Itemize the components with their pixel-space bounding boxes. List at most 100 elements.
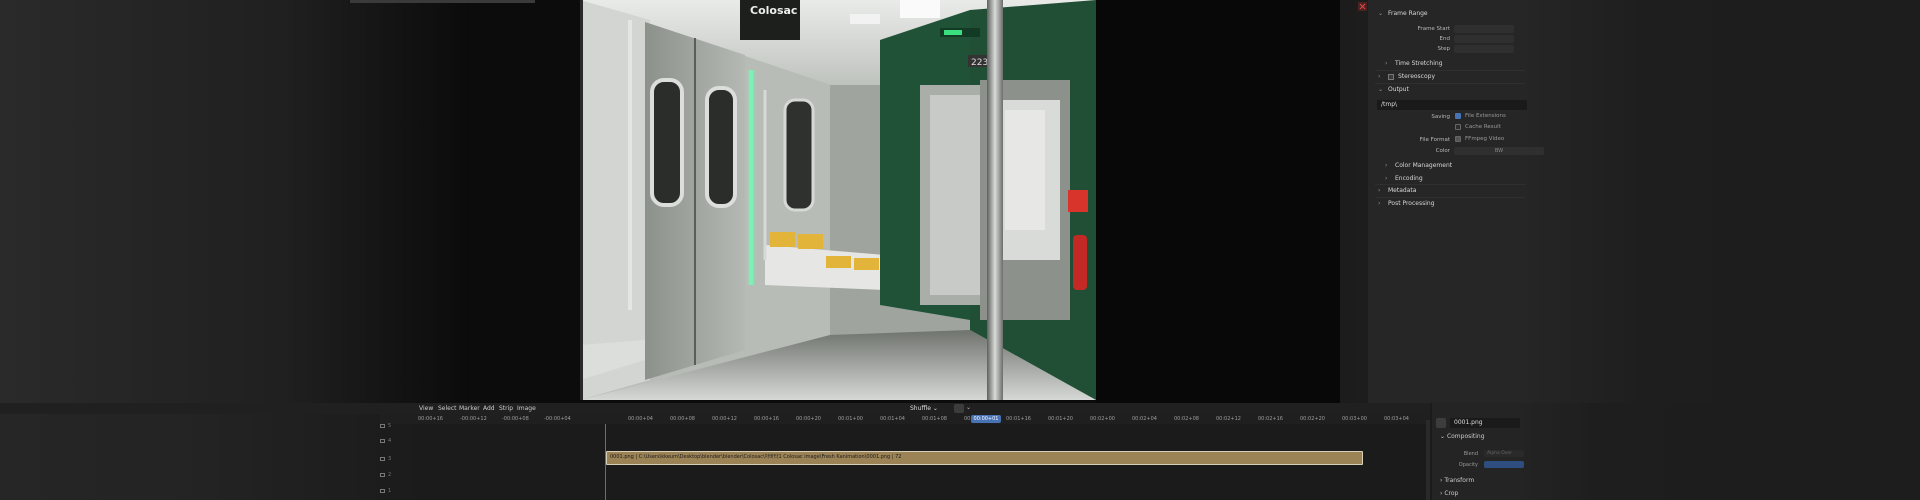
- output-path-field[interactable]: /tmp\: [1377, 100, 1527, 110]
- chevron-right-icon: ›: [1378, 200, 1381, 207]
- strip-label: 0001.png | C:\Users\kkeum\Desktop\blende…: [610, 454, 902, 460]
- channel-label: 2: [388, 472, 392, 478]
- timecode-tick: 00:01+00: [838, 416, 863, 422]
- section-color-management[interactable]: › Color Management: [1385, 162, 1452, 169]
- post-processing-title: Post Processing: [1388, 200, 1435, 207]
- menu-select[interactable]: Select: [438, 405, 457, 412]
- timecode-tick: 00:00+16: [418, 416, 443, 422]
- menu-add[interactable]: Add: [483, 405, 495, 412]
- channel-1[interactable]: 1: [380, 488, 425, 494]
- chevron-right-icon: ›: [1385, 162, 1388, 169]
- timecode-tick: 00:02+00: [1090, 416, 1115, 422]
- section-crop[interactable]: › Crop: [1440, 490, 1458, 497]
- frame-end-field[interactable]: [1454, 35, 1514, 43]
- properties-panel: [1368, 0, 1920, 403]
- timeline-ruler[interactable]: 00:00+16 -00:00+12 -00:00+08 -00:00+04 00:00…: [380, 414, 1430, 424]
- section-metadata[interactable]: › Metadata: [1378, 187, 1416, 194]
- timecode-tick: 00:01+08: [922, 416, 947, 422]
- cache-result-toggle[interactable]: Cache Result: [1455, 124, 1501, 130]
- output-title: Output: [1388, 86, 1409, 93]
- timecode-tick: 00:02+16: [1258, 416, 1283, 422]
- timecode-tick: 00:02+08: [1174, 416, 1199, 422]
- menu-strip[interactable]: Strip: [499, 405, 513, 412]
- menu-image[interactable]: Image: [517, 405, 536, 412]
- timecode-tick: 00:01+20: [1048, 416, 1073, 422]
- divider: [1375, 70, 1525, 71]
- channel-5[interactable]: 5: [380, 423, 425, 429]
- section-output[interactable]: ⌄ Output: [1378, 86, 1409, 93]
- rendered-frame-image: Colosac 2232: [580, 0, 1096, 400]
- current-frame-indicator[interactable]: 00:00+01: [971, 415, 1001, 423]
- timecode-tick: 00:03+04: [1384, 416, 1409, 422]
- preview-right-region: [1096, 0, 1355, 403]
- section-frame-range[interactable]: ⌄ Frame Range: [1378, 10, 1428, 17]
- section-transform[interactable]: › Transform: [1440, 477, 1474, 484]
- chevron-right-icon: ›: [1385, 60, 1388, 67]
- divider: [1375, 83, 1525, 84]
- frame-step-field[interactable]: [1454, 45, 1514, 53]
- timecode-tick: 00:03+00: [1342, 416, 1367, 422]
- compositing-title: Compositing: [1446, 433, 1485, 440]
- timecode-tick: 00:00+08: [670, 416, 695, 422]
- lock-icon: [380, 489, 385, 493]
- lock-icon: [380, 457, 385, 461]
- encoding-title: Encoding: [1395, 175, 1423, 182]
- sequencer-preview[interactable]: Colosac 2232: [0, 0, 1355, 403]
- strip-name-field[interactable]: 0001.png: [1450, 418, 1520, 428]
- preview-edge: [1340, 0, 1355, 403]
- frame-step-label: Step: [1437, 46, 1450, 52]
- image-strip-icon: [1436, 418, 1446, 428]
- section-post-processing[interactable]: › Post Processing: [1378, 200, 1435, 207]
- channel-4[interactable]: 4: [380, 438, 425, 444]
- opacity-slider[interactable]: [1484, 461, 1524, 468]
- channel-2[interactable]: 2: [380, 472, 425, 478]
- menu-view[interactable]: View: [419, 405, 433, 412]
- timecode-tick: 00:00+16: [754, 416, 779, 422]
- section-time-stretching[interactable]: › Time Stretching: [1385, 60, 1443, 67]
- time-stretching-title: Time Stretching: [1395, 60, 1443, 67]
- chevron-down-icon: ⌄: [1378, 86, 1384, 93]
- channel-3[interactable]: 3: [380, 456, 425, 462]
- blend-dropdown[interactable]: Alpha Over: [1484, 450, 1524, 457]
- color-label: Color: [1435, 148, 1450, 154]
- file-format-label: File Format: [1419, 137, 1450, 143]
- stereoscopy-checkbox[interactable]: [1388, 73, 1394, 80]
- channel-label: 5: [388, 423, 392, 429]
- chevron-right-icon: ›: [1385, 175, 1388, 182]
- image-strip[interactable]: 0001.png | C:\Users\kkeum\Desktop\blende…: [606, 451, 1363, 465]
- file-extensions-toggle[interactable]: File Extensions: [1455, 113, 1506, 119]
- cache-result-label: Cache Result: [1465, 124, 1501, 130]
- channel-label: 3: [388, 456, 392, 462]
- editor-type-dropdown[interactable]: [352, 404, 414, 413]
- frame-start-field[interactable]: [1454, 25, 1514, 33]
- blend-label: Blend: [1463, 451, 1478, 457]
- timecode-tick: 00:02+12: [1216, 416, 1241, 422]
- overlap-mode-label: Shuffle: [910, 405, 931, 412]
- metadata-title: Metadata: [1388, 187, 1417, 194]
- divider: [1375, 184, 1525, 185]
- file-format-value: FFmpeg Video: [1465, 136, 1505, 142]
- checkbox-icon: [1455, 113, 1461, 119]
- color-management-title: Color Management: [1395, 162, 1453, 169]
- timecode-tick: -00:00+12: [460, 416, 487, 422]
- timecode-tick: 00:01+16: [1006, 416, 1031, 422]
- close-icon[interactable]: [1358, 2, 1367, 11]
- transform-title: Transform: [1444, 477, 1475, 484]
- timecode-tick: 00:02+04: [1132, 416, 1157, 422]
- lock-icon: [380, 473, 385, 477]
- panel-fade-overlay: [1518, 0, 1920, 403]
- timeline-left-fade: [0, 403, 420, 500]
- menu-marker[interactable]: Marker: [459, 405, 480, 412]
- channel-label: 1: [388, 488, 392, 494]
- section-stereoscopy[interactable]: › Stereoscopy: [1378, 73, 1435, 80]
- section-encoding[interactable]: › Encoding: [1385, 175, 1423, 182]
- color-bw-toggle[interactable]: BW: [1454, 147, 1544, 155]
- section-compositing[interactable]: ⌄ Compositing: [1440, 433, 1485, 440]
- timeline-scrollbar[interactable]: [1426, 420, 1430, 500]
- overlap-mode-dropdown[interactable]: Shuffle ⌄: [910, 404, 952, 413]
- file-format-dropdown[interactable]: FFmpeg Video: [1455, 136, 1504, 142]
- chevron-down-icon[interactable]: ⌄: [966, 404, 971, 411]
- chevron-down-icon: ⌄: [1378, 10, 1384, 17]
- snap-icon[interactable]: [954, 404, 964, 413]
- file-extensions-label: File Extensions: [1465, 113, 1506, 119]
